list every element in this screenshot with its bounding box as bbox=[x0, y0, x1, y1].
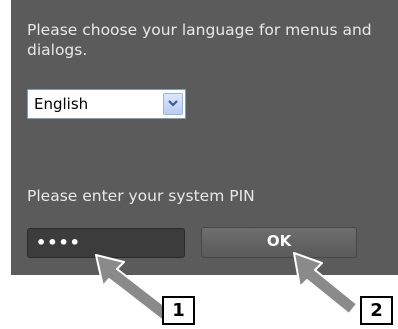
callout-label-2: 2 bbox=[360, 296, 393, 325]
callout-label-1-text: 1 bbox=[172, 300, 185, 321]
callout-label-1: 1 bbox=[162, 296, 195, 325]
callout-label-2-text: 2 bbox=[370, 300, 383, 321]
callout-arrow-2-icon bbox=[293, 252, 358, 315]
